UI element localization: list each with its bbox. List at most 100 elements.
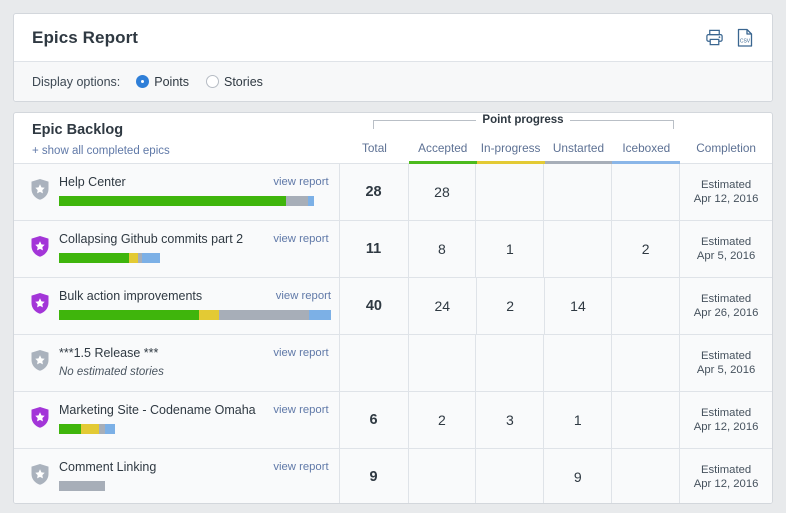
epic-name-block: view report Help Center <box>59 175 329 206</box>
completion-estimated-label: Estimated <box>700 236 752 248</box>
svg-text:CSV: CSV <box>740 38 751 44</box>
epic-badge-shield-icon <box>30 406 50 429</box>
display-options-bar: Display options: Points Stories <box>14 62 772 101</box>
epic-name-block: view report Bulk action improvements <box>59 289 331 320</box>
cell-in-progress: 1 <box>476 221 545 277</box>
cell-completion: Estimated Apr 5, 2016 <box>680 221 772 277</box>
progress-bar <box>59 253 160 263</box>
epic-badge-shield-icon <box>30 349 50 372</box>
column-header-in-progress-text: In-progress <box>480 141 541 155</box>
page-title: Epics Report <box>32 27 139 47</box>
radio-option-points[interactable]: Points <box>136 75 189 89</box>
column-header-accepted-text: Accepted <box>418 141 468 155</box>
cell-unstarted <box>544 335 613 391</box>
show-all-completed-epics-link[interactable]: + show all completed epics <box>32 145 170 157</box>
cell-in-progress: 3 <box>476 392 545 448</box>
table-row: view report Help Center 28 28 Estimated Apr 1… <box>14 163 772 220</box>
completion-date: Apr 12, 2016 <box>693 193 759 205</box>
column-header-completion[interactable]: Completion <box>680 139 772 163</box>
cell-total: 9 <box>339 449 409 503</box>
view-report-link[interactable]: view report <box>276 290 331 302</box>
progress-segment-green <box>59 253 129 263</box>
column-header-in-progress[interactable]: In-progress <box>476 139 545 164</box>
column-header-row: Total Accepted In-progress Unstarted Ice… <box>340 139 772 164</box>
cell-total: 40 <box>340 278 409 334</box>
completion-estimated-label: Estimated <box>700 464 752 476</box>
completion-estimated-label: Estimated <box>700 407 752 419</box>
cell-iceboxed <box>612 392 681 448</box>
epic-name[interactable]: Help Center <box>59 175 289 190</box>
view-report-link[interactable]: view report <box>273 404 328 416</box>
progress-segment-gray <box>219 310 309 320</box>
completion-date: Apr 5, 2016 <box>696 250 756 262</box>
progress-segment-gray <box>59 481 105 491</box>
cell-accepted <box>408 449 477 503</box>
report-panel: Epics Report CSV Display options: Points… <box>13 13 773 102</box>
completion-date: Apr 26, 2016 <box>693 307 759 319</box>
epic-name-cell: view report Collapsing Github commits par… <box>14 221 340 277</box>
progress-bar <box>59 310 331 320</box>
cell-unstarted: 9 <box>544 449 613 503</box>
cell-accepted <box>408 335 477 391</box>
completion-date: Apr 5, 2016 <box>696 364 756 376</box>
csv-export-icon[interactable]: CSV <box>734 26 756 50</box>
report-header: Epics Report CSV <box>14 14 772 62</box>
epic-name[interactable]: Collapsing Github commits part 2 <box>59 232 289 247</box>
view-report-link[interactable]: view report <box>273 461 328 473</box>
completion-estimated-label: Estimated <box>700 293 752 305</box>
backlog-header: Epic Backlog + show all completed epics … <box>14 113 772 164</box>
progress-segment-green <box>59 424 81 434</box>
epic-name[interactable]: ***1.5 Release *** <box>59 346 289 361</box>
cell-iceboxed <box>612 335 681 391</box>
column-header-iceboxed[interactable]: Iceboxed <box>612 139 681 164</box>
view-report-link[interactable]: view report <box>273 347 328 359</box>
epic-name[interactable]: Marketing Site - Codename Omaha <box>59 403 289 418</box>
epic-name-cell: view report Bulk action improvements <box>14 278 340 334</box>
print-icon[interactable] <box>703 26 725 50</box>
radio-points-label: Points <box>154 74 189 89</box>
cell-completion: Estimated Apr 12, 2016 <box>680 449 772 503</box>
completion-estimated-label: Estimated <box>700 179 752 191</box>
progress-segment-green <box>59 196 286 206</box>
epic-name-cell: view report Comment Linking <box>14 449 340 503</box>
table-row: view report Collapsing Github commits par… <box>14 220 772 277</box>
progress-bar <box>59 481 105 491</box>
epic-rows: view report Help Center 28 28 Estimated Apr 1… <box>14 163 772 503</box>
display-options-label: Display options: <box>32 74 121 89</box>
point-progress-bracket <box>373 120 674 129</box>
cell-total: 6 <box>339 392 409 448</box>
iceboxed-color-underline <box>612 161 681 164</box>
unstarted-color-underline <box>544 161 613 164</box>
column-header-accepted[interactable]: Accepted <box>408 139 477 164</box>
radio-points-input[interactable] <box>136 75 150 88</box>
progress-segment-green <box>59 310 199 320</box>
completion-date: Apr 12, 2016 <box>693 478 759 490</box>
epics-report-page: Epics Report CSV Display options: Points… <box>0 0 786 513</box>
radio-stories-input[interactable] <box>206 75 219 88</box>
cell-unstarted: 14 <box>544 278 613 334</box>
column-header-unstarted[interactable]: Unstarted <box>544 139 613 164</box>
epic-badge-shield-icon <box>30 235 50 258</box>
epic-badge-shield-icon <box>30 178 50 201</box>
radio-option-stories[interactable]: Stories <box>206 75 263 89</box>
epic-name[interactable]: Bulk action improvements <box>59 289 289 304</box>
epic-name-block: view report ***1.5 Release *** No estimate… <box>59 346 329 378</box>
view-report-link[interactable]: view report <box>273 233 328 245</box>
column-headers: Point progress Total Accepted In-progres… <box>340 113 772 164</box>
cell-in-progress <box>476 164 545 220</box>
epic-name[interactable]: Comment Linking <box>59 460 289 475</box>
no-estimate-label: No estimated stories <box>59 366 164 378</box>
header-actions: CSV <box>703 26 756 50</box>
table-row: view report Bulk action improvements 40 24 2… <box>14 277 772 334</box>
cell-accepted: 2 <box>408 392 477 448</box>
progress-segment-yellow <box>81 424 99 434</box>
cell-unstarted: 1 <box>544 392 613 448</box>
view-report-link[interactable]: view report <box>273 176 328 188</box>
in-progress-color-underline <box>476 161 545 164</box>
column-header-iceboxed-text: Iceboxed <box>622 141 671 155</box>
progress-segment-blue <box>308 196 314 206</box>
epic-name-block: view report Comment Linking <box>59 460 329 491</box>
column-header-total[interactable]: Total <box>340 139 409 163</box>
epic-name-block: view report Collapsing Github commits par… <box>59 232 329 263</box>
table-row: view report ***1.5 Release *** No estimate… <box>14 334 772 391</box>
